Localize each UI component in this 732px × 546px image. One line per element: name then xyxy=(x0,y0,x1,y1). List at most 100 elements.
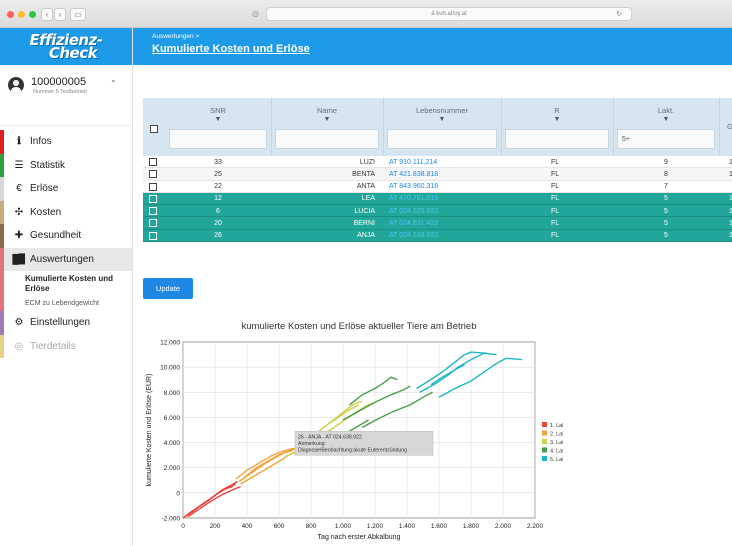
address-bar[interactable]: ä kuh.at/uy.at ↻ xyxy=(266,7,632,21)
column-lakt: Lakt. ▼ 5+ xyxy=(613,98,719,156)
auswertungen-submenu: Kumulierte Kosten und Erlöse ECM zu Lebe… xyxy=(0,271,132,311)
filter-input-lebensnummer[interactable] xyxy=(387,129,497,149)
close-window-button[interactable] xyxy=(7,11,14,18)
cell-lebensnummer[interactable]: AT 024.625.922 xyxy=(389,208,438,215)
checkbox-cell[interactable] xyxy=(149,170,157,180)
tooltip-line: Diagnose/Beobachtung:akute Euterentzündu… xyxy=(298,447,407,453)
filter-icon[interactable]: ▼ xyxy=(165,116,271,123)
cell-lakt: 5 xyxy=(664,195,668,203)
app-logo[interactable]: Effizienz- Check xyxy=(0,28,132,65)
arrows-icon: ✣ xyxy=(14,206,24,218)
x-tick-label: 2.200 xyxy=(527,523,544,530)
sidebar-item-auswertungen[interactable]: █▉ Auswertungen xyxy=(0,247,132,271)
filter-input-r[interactable] xyxy=(505,129,609,149)
filter-input-lakt[interactable]: 5+ xyxy=(617,129,715,149)
sidebar-item-kosten[interactable]: ✣ Kosten xyxy=(0,200,132,224)
sidebar-toggle-icon[interactable]: ▭ xyxy=(70,8,86,21)
checkbox-cell[interactable] xyxy=(149,158,157,168)
back-button[interactable]: ‹ xyxy=(41,8,53,21)
filter-icon[interactable]: ▼ xyxy=(501,116,613,123)
sidebar-item-gesundheit[interactable]: ✚ Gesundheit xyxy=(0,224,132,248)
select-all-checkbox[interactable] xyxy=(150,125,158,133)
update-button[interactable]: Update xyxy=(143,278,193,299)
subitem-kumulierte-kosten[interactable]: Kumulierte Kosten und Erlöse xyxy=(25,271,132,296)
cell-lebensnummer[interactable]: AT 843.960.318 xyxy=(389,183,438,190)
filter-input-snr[interactable] xyxy=(169,129,267,149)
column-header-g[interactable]: G xyxy=(719,122,732,131)
table-row[interactable]: 20 BERNI AT 024.631.422 FL 5 1 xyxy=(143,217,732,230)
sidebar-item-erloese[interactable]: € Erlöse xyxy=(0,177,132,201)
checkbox-cell[interactable] xyxy=(149,182,157,193)
cell-lebensnummer[interactable]: AT 421.838.818 xyxy=(389,171,438,178)
cell-r: FL xyxy=(551,219,560,227)
cell-lebensnummer[interactable]: AT 910.111.214 xyxy=(389,159,437,166)
y-tick-label: 10.000 xyxy=(160,365,180,372)
tooltip-line: Anmerkung: xyxy=(298,441,326,447)
minimize-window-button[interactable] xyxy=(18,11,25,18)
privacy-shield-icon[interactable]: ◎ xyxy=(252,9,262,19)
sidebar-item-tierdetails[interactable]: ◎ Tierdetails xyxy=(0,334,132,358)
row-checkbox[interactable] xyxy=(149,219,157,228)
table-row[interactable]: 22 ANTA AT 843.960.318 FL 7 xyxy=(143,181,732,193)
menu-color-bar xyxy=(0,224,4,248)
legend-swatch-lakt-1 xyxy=(542,422,547,427)
legend-label: 3. Laktation xyxy=(550,440,563,446)
plot-area xyxy=(182,341,536,519)
x-tick-label: 1.400 xyxy=(399,523,416,530)
cell-snr: 20 xyxy=(214,219,222,227)
reload-icon[interactable]: ↻ xyxy=(616,10,622,18)
table-row[interactable]: 33 LUZI AT 910.111.214 FL 9 1 xyxy=(143,156,732,169)
sidebar-item-einstellungen[interactable]: ⚙ Einstellungen xyxy=(0,311,132,335)
column-header-lakt[interactable]: Lakt. xyxy=(613,106,719,115)
column-header-r[interactable]: R xyxy=(501,106,613,115)
breadcrumb[interactable]: Auswertungen > xyxy=(152,33,199,40)
account-switcher[interactable]: 100000005 Nummer 5 Testbetrieb ⌄ xyxy=(0,65,132,126)
filter-icon[interactable]: ▼ xyxy=(383,116,501,123)
table-row[interactable]: 25 BENTA AT 421.838.818 FL 8 1 xyxy=(143,168,732,181)
x-tick-label: 1.000 xyxy=(335,523,352,530)
url-text: ä kuh.at/uy.at xyxy=(431,11,467,17)
checkbox-cell[interactable] xyxy=(149,207,157,217)
table-row[interactable]: 12 LEA AT 470.781.019 FL 5 1 xyxy=(143,192,732,206)
filter-input-name[interactable] xyxy=(275,129,379,149)
maximize-window-button[interactable] xyxy=(29,11,36,18)
checkbox-cell[interactable] xyxy=(149,219,157,229)
subitem-ecm-lebendgewicht[interactable]: ECM zu Lebendgewicht xyxy=(25,296,132,311)
cell-snr: 12 xyxy=(214,195,222,203)
bar-chart-icon: █▉ xyxy=(12,253,26,264)
cell-lakt: 8 xyxy=(664,170,668,178)
row-checkbox[interactable] xyxy=(149,182,157,191)
sidebar-item-statistik[interactable]: ☰ Statistik xyxy=(0,153,132,177)
table-row[interactable]: 6 LUCIA AT 024.625.922 FL 5 1 xyxy=(143,205,732,218)
cell-r: FL xyxy=(551,207,560,215)
menu-color-bar xyxy=(0,200,4,224)
chevron-down-icon[interactable]: ⌄ xyxy=(110,75,117,84)
forward-button[interactable]: › xyxy=(54,8,66,21)
cell-r: FL xyxy=(551,195,560,203)
cell-snr: 33 xyxy=(214,158,222,166)
row-checkbox[interactable] xyxy=(149,207,157,216)
row-checkbox[interactable] xyxy=(149,170,157,179)
table-row[interactable]: 26 ANJA AT 024.638.922 FL 5 1 xyxy=(143,229,732,243)
cell-name: LUCIA xyxy=(354,207,375,215)
cell-lebensnummer[interactable]: AT 470.781.019 xyxy=(389,195,438,202)
row-checkbox[interactable] xyxy=(149,194,157,203)
checkbox-cell[interactable] xyxy=(149,194,157,205)
row-checkbox[interactable] xyxy=(149,158,157,166)
cell-lebensnummer[interactable]: AT 024.638.922 xyxy=(389,232,438,239)
cell-lakt: 5 xyxy=(664,219,668,227)
user-avatar-icon xyxy=(8,77,24,93)
filter-icon[interactable]: ▼ xyxy=(613,116,719,123)
column-header-lebensnummer[interactable]: Lebensnummer xyxy=(383,106,501,115)
row-checkbox[interactable] xyxy=(149,231,157,240)
cell-lebensnummer[interactable]: AT 024.631.422 xyxy=(389,220,438,227)
cell-snr: 26 xyxy=(214,232,222,240)
sidebar-item-infos[interactable]: ℹ Infos xyxy=(0,130,132,154)
menu-color-bar xyxy=(0,153,4,177)
column-header-snr[interactable]: SNR xyxy=(165,106,271,115)
column-header-name[interactable]: Name xyxy=(271,106,383,115)
y-axis-label: kumulierte Kosten und Erlöse (EUR) xyxy=(146,374,153,487)
checkbox-cell[interactable] xyxy=(149,231,157,242)
filter-icon[interactable]: ▼ xyxy=(271,116,383,123)
y-tick-label: -2.000 xyxy=(162,516,181,523)
